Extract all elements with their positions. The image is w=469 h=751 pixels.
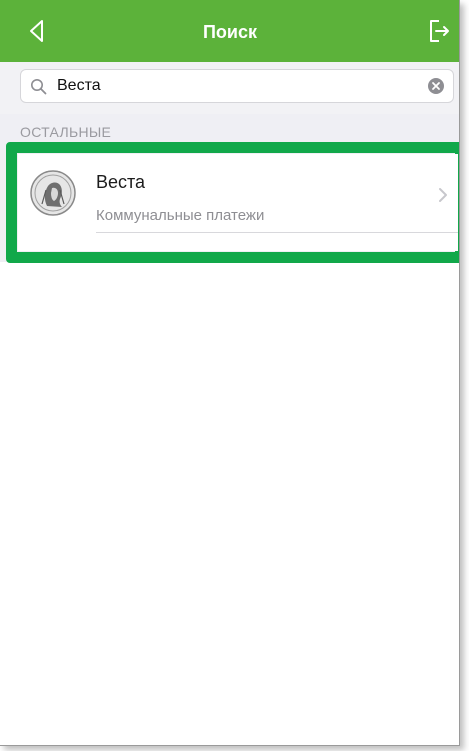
divider: [96, 232, 458, 233]
search-icon: [30, 78, 47, 95]
navigation-bar: Поиск: [0, 0, 459, 62]
app-screen: Поиск ОСТАЛЬНЫЕ: [0, 0, 460, 746]
clear-icon[interactable]: [428, 78, 444, 94]
item-title: Веста: [96, 172, 146, 192]
item-subtitle: Коммунальные платежи: [96, 207, 265, 224]
logout-icon[interactable]: [426, 18, 452, 44]
search-input[interactable]: [57, 70, 427, 102]
page-title: Поиск: [202, 22, 258, 42]
section-header: ОСТАЛЬНЫЕ: [20, 124, 112, 140]
search-field[interactable]: [20, 69, 454, 103]
list-item[interactable]: Веста Коммунальные платежи: [18, 154, 458, 251]
chevron-right-icon: [438, 187, 448, 203]
search-bar-container: [0, 62, 459, 114]
vesta-coin-avatar: [30, 170, 76, 216]
